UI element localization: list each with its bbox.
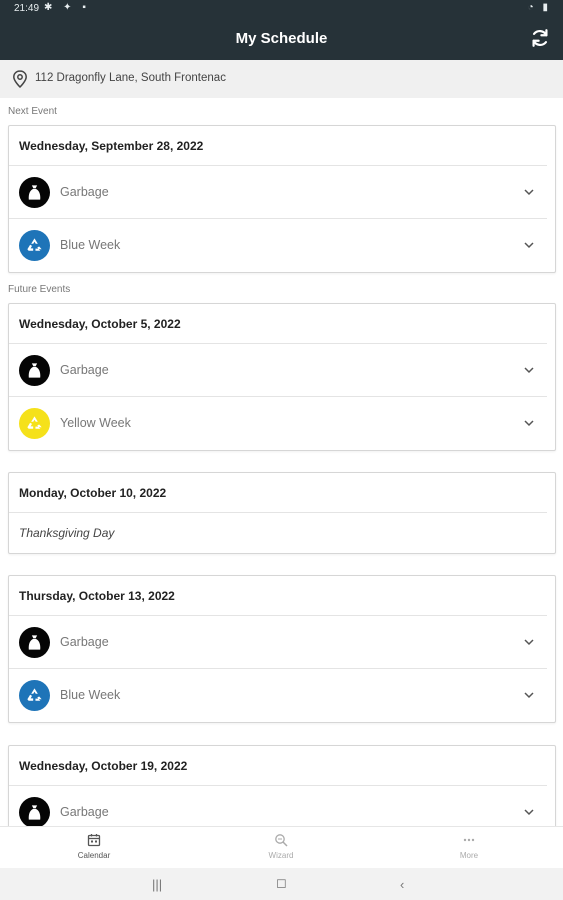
event-label: Garbage xyxy=(60,185,109,199)
event-date: Wednesday, October 5, 2022 xyxy=(9,304,547,344)
back-icon[interactable]: ‹ xyxy=(400,877,404,892)
notification-icons: ✱ ✦ ▪ xyxy=(44,2,90,13)
event-label: Blue Week xyxy=(60,688,121,702)
bottom-nav: Calendar Wizard More xyxy=(0,826,563,868)
schedule-list[interactable]: Next Event Wednesday, September 28, 2022… xyxy=(0,98,563,826)
calendar-icon xyxy=(87,834,101,847)
event-card: Wednesday, October 19, 2022 Garbage xyxy=(8,745,556,826)
search-icon xyxy=(275,834,288,847)
event-label: Yellow Week xyxy=(60,416,131,430)
recent-apps-icon[interactable]: ||| xyxy=(152,877,162,892)
event-card: Thursday, October 13, 2022 Garbage Blue … xyxy=(8,575,556,723)
chevron-down-icon[interactable] xyxy=(523,364,535,376)
event-label: Garbage xyxy=(60,805,109,819)
event-row-garbage[interactable]: Garbage xyxy=(9,344,547,397)
event-row-yellow-week[interactable]: Yellow Week xyxy=(9,397,547,450)
event-row-garbage[interactable]: Garbage xyxy=(9,616,547,669)
refresh-icon[interactable] xyxy=(529,27,551,49)
home-icon[interactable]: ◻ xyxy=(276,875,287,891)
event-row-garbage[interactable]: Garbage xyxy=(9,786,547,826)
event-row-blue-week[interactable]: Blue Week xyxy=(9,669,547,722)
event-date: Thursday, October 13, 2022 xyxy=(9,576,547,616)
event-row-blue-week[interactable]: Blue Week xyxy=(9,219,547,272)
app-bar: My Schedule xyxy=(0,18,563,60)
nav-calendar[interactable]: Calendar xyxy=(34,833,154,860)
system-nav-bar: ||| ◻ ‹ xyxy=(0,868,563,900)
event-card: Monday, October 10, 2022 Thanksgiving Da… xyxy=(8,472,556,554)
chevron-down-icon[interactable] xyxy=(523,239,535,251)
status-time: 21:49 xyxy=(14,3,40,14)
page-title: My Schedule xyxy=(235,30,328,47)
event-card: Wednesday, September 28, 2022 Garbage Bl… xyxy=(8,125,556,273)
garbage-bag-icon xyxy=(19,177,50,208)
recycle-icon xyxy=(19,230,50,261)
event-date: Wednesday, September 28, 2022 xyxy=(9,126,547,166)
chevron-down-icon[interactable] xyxy=(523,806,535,818)
chevron-down-icon[interactable] xyxy=(523,186,535,198)
chevron-down-icon[interactable] xyxy=(523,689,535,701)
nav-label: Wizard xyxy=(268,851,294,860)
status-bar: 21:49 ✱ ✦ ▪ ◔ ▮ xyxy=(0,0,563,18)
nav-label: More xyxy=(459,851,479,860)
nav-label: Calendar xyxy=(77,851,111,860)
next-event-label: Next Event xyxy=(8,106,57,117)
event-label: Garbage xyxy=(60,635,109,649)
location-pin-icon xyxy=(13,70,27,88)
recycle-icon xyxy=(19,680,50,711)
nav-more[interactable]: More xyxy=(409,833,529,860)
future-events-label: Future Events xyxy=(8,284,71,295)
event-label: Garbage xyxy=(60,363,109,377)
chevron-down-icon[interactable] xyxy=(523,636,535,648)
event-date: Wednesday, October 19, 2022 xyxy=(9,746,547,786)
event-card: Wednesday, October 5, 2022 Garbage Yello… xyxy=(8,303,556,451)
event-label: Blue Week xyxy=(60,238,121,252)
address-text: 112 Dragonfly Lane, South Frontenac xyxy=(35,72,226,84)
holiday-note: Thanksgiving Day xyxy=(19,526,115,540)
nav-wizard[interactable]: Wizard xyxy=(221,833,341,860)
garbage-bag-icon xyxy=(19,355,50,386)
garbage-bag-icon xyxy=(19,627,50,658)
chevron-down-icon[interactable] xyxy=(523,417,535,429)
garbage-bag-icon xyxy=(19,797,50,826)
system-status-icons: ◔ ▮ xyxy=(527,2,551,13)
recycle-icon xyxy=(19,408,50,439)
address-bar[interactable]: 112 Dragonfly Lane, South Frontenac xyxy=(0,60,563,98)
more-icon xyxy=(463,838,475,842)
event-row-garbage[interactable]: Garbage xyxy=(9,166,547,219)
event-date: Monday, October 10, 2022 xyxy=(9,473,547,513)
